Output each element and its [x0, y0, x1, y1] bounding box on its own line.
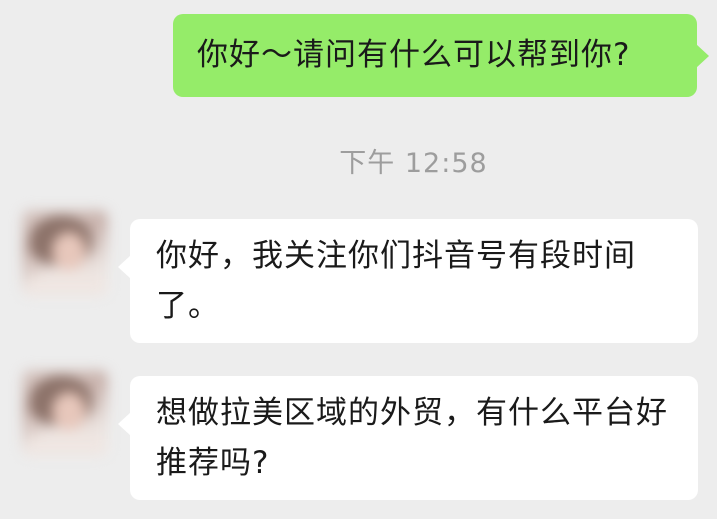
contact-avatar[interactable]	[22, 210, 108, 296]
avatar-face	[52, 232, 86, 270]
chat-conversation: 你好～请问有什么可以帮到你? 下午 12:58 你好，我关注你们抖音号有段时间了…	[0, 0, 717, 519]
incoming-message-bubble[interactable]: 你好，我关注你们抖音号有段时间了。	[118, 219, 698, 343]
message-timestamp: 下午 12:58	[339, 148, 488, 179]
message-text: 想做拉美区域的外贸，有什么平台好推荐吗?	[156, 395, 668, 481]
avatar-body	[26, 430, 106, 456]
message-text: 你好～请问有什么可以帮到你?	[197, 37, 631, 73]
bubble-tail	[696, 44, 709, 68]
bubble-tail	[118, 412, 131, 436]
outgoing-message-bubble[interactable]: 你好～请问有什么可以帮到你?	[173, 14, 709, 97]
bubble-tail	[118, 255, 131, 279]
incoming-message-bubble[interactable]: 想做拉美区域的外贸，有什么平台好推荐吗?	[118, 376, 698, 500]
message-text: 你好，我关注你们抖音号有段时间了。	[156, 238, 636, 324]
avatar-body	[26, 270, 106, 296]
avatar-face	[52, 392, 86, 430]
contact-avatar[interactable]	[22, 370, 108, 456]
